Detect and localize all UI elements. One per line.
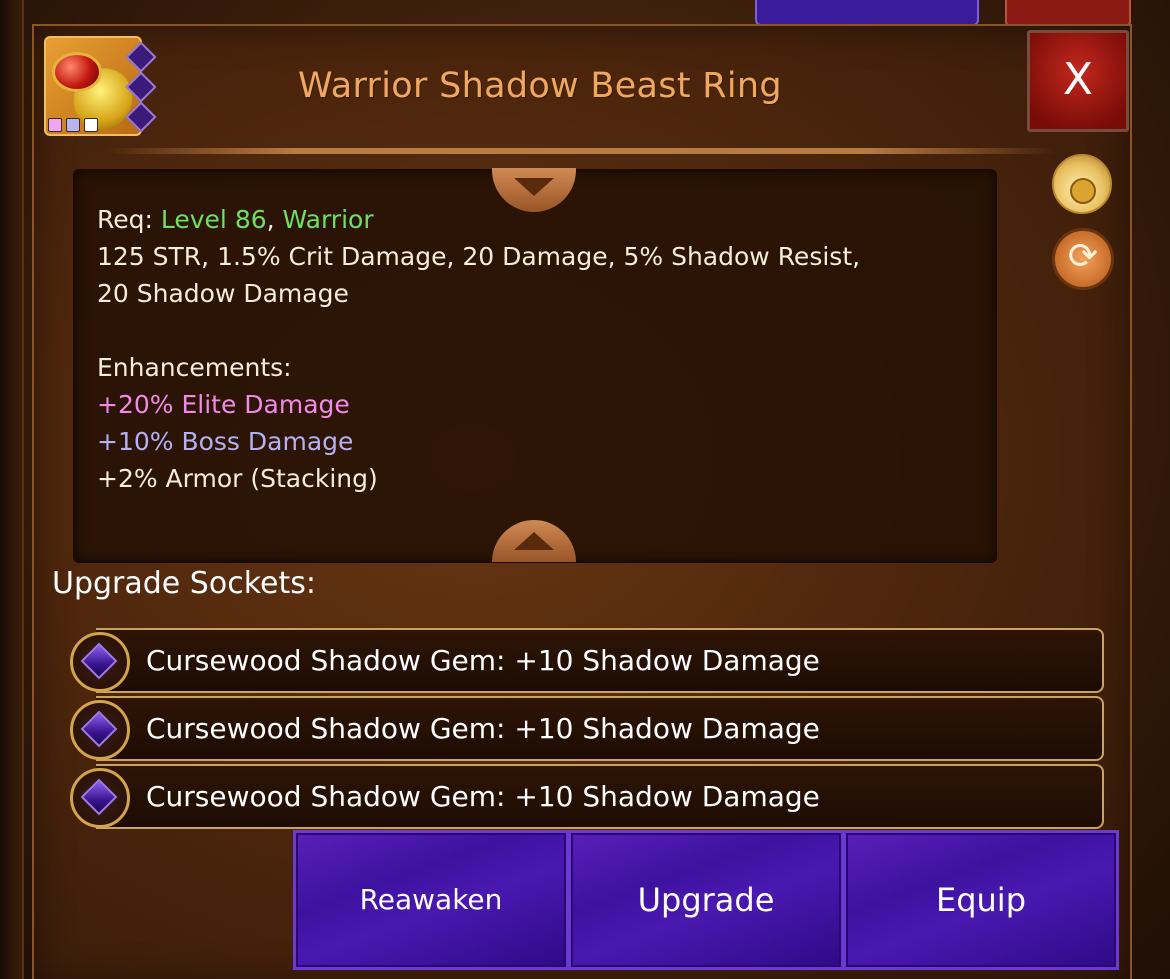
- socket-row[interactable]: Cursewood Shadow Gem: +10 Shadow Damage: [96, 764, 1104, 829]
- gem-diamond: [80, 642, 118, 680]
- gem-diamond: [80, 778, 118, 816]
- socket-diamond-icon: [125, 101, 157, 133]
- game-screen: Warrior Shadow Beast Ring X Req: Level 8…: [0, 0, 1170, 979]
- gem-diamond: [80, 710, 118, 748]
- socket-label: Cursewood Shadow Gem: +10 Shadow Damage: [146, 780, 820, 813]
- background-button: [755, 0, 979, 26]
- enhancement-line: +2% Armor (Stacking): [97, 464, 378, 493]
- shadow-gem-icon: [70, 768, 130, 828]
- rarity-dot: [84, 118, 98, 132]
- req-class: Warrior: [282, 205, 374, 234]
- upgrade-sockets-heading: Upgrade Sockets:: [52, 566, 316, 601]
- background-frame-edge: [0, 0, 24, 979]
- close-button[interactable]: X: [1027, 30, 1129, 132]
- stats-line: 20 Shadow Damage: [97, 279, 349, 308]
- chevron-down-icon: [514, 178, 554, 196]
- background-red-button: [1005, 0, 1131, 26]
- ring-red-gem: [52, 52, 102, 92]
- rarity-dots: [48, 118, 98, 132]
- req-separator: ,: [266, 205, 283, 234]
- enhancement-line: +10% Boss Damage: [97, 427, 354, 456]
- req-level: Level 86: [160, 205, 267, 234]
- stats-line: 125 STR, 1.5% Crit Damage, 20 Damage, 5%…: [97, 242, 861, 271]
- socket-label: Cursewood Shadow Gem: +10 Shadow Damage: [146, 712, 820, 745]
- shadow-gem-icon: [70, 632, 130, 692]
- equip-button[interactable]: Equip: [843, 830, 1119, 970]
- gold-bag-icon[interactable]: [1052, 154, 1112, 214]
- socket-row[interactable]: Cursewood Shadow Gem: +10 Shadow Damage: [96, 628, 1104, 693]
- reawaken-button[interactable]: Reawaken: [293, 830, 569, 970]
- item-title: Warrior Shadow Beast Ring: [298, 66, 782, 106]
- req-label: Req:: [97, 205, 161, 234]
- title-divider: [106, 148, 1056, 154]
- enhancements-heading: Enhancements:: [97, 353, 292, 382]
- upgrade-button[interactable]: Upgrade: [568, 830, 844, 970]
- description-text: Req: Level 86, Warrior 125 STR, 1.5% Cri…: [97, 201, 977, 497]
- socket-row[interactable]: Cursewood Shadow Gem: +10 Shadow Damage: [96, 696, 1104, 761]
- chevron-up-icon: [514, 532, 554, 550]
- item-description-box[interactable]: Req: Level 86, Warrior 125 STR, 1.5% Cri…: [73, 169, 997, 563]
- socket-label: Cursewood Shadow Gem: +10 Shadow Damage: [146, 644, 820, 677]
- rarity-dot: [48, 118, 62, 132]
- rarity-dot: [66, 118, 80, 132]
- enhancement-line: +20% Elite Damage: [97, 390, 350, 419]
- refresh-icon[interactable]: ⟳: [1052, 228, 1114, 290]
- shadow-gem-icon: [70, 700, 130, 760]
